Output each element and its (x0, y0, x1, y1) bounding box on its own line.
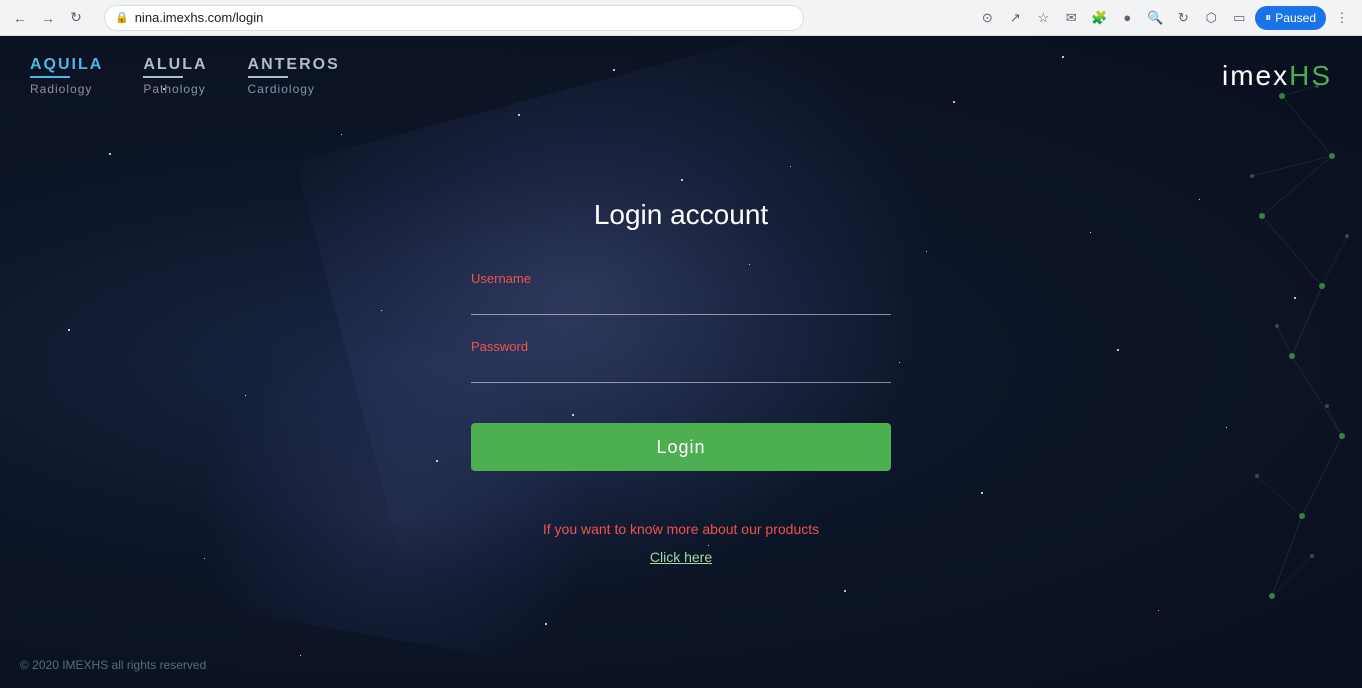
back-button[interactable]: ← (8, 6, 32, 30)
sync-icon[interactable]: ↻ (1171, 6, 1195, 30)
paused-button[interactable]: ⏸ Paused (1255, 6, 1326, 30)
anteros-line (248, 76, 288, 78)
password-label: Password (471, 339, 528, 354)
browser-actions: ⊙ ↗ ☆ ✉ 🧩 ● 🔍 ↻ ⬡ ▭ ⏸ Paused ⋮ (975, 6, 1354, 30)
nav-product-alula[interactable]: ALULA Pathology (143, 56, 207, 96)
account-icon[interactable]: ● (1115, 6, 1139, 30)
search-icon[interactable]: 🔍 (1143, 6, 1167, 30)
password-input[interactable] (471, 339, 891, 383)
header: AQUILA Radiology ALULA Pathology ANTEROS… (0, 36, 1362, 116)
info-text: If you want to know more about our produ… (471, 521, 891, 537)
extension-icon[interactable]: 🧩 (1087, 6, 1111, 30)
username-group: Username (471, 271, 891, 315)
anteros-sub: Cardiology (248, 82, 340, 96)
alula-line (143, 76, 183, 78)
reload-button[interactable]: ↻ (64, 6, 88, 30)
nav-products: AQUILA Radiology ALULA Pathology ANTEROS… (30, 56, 340, 96)
puzzle-icon[interactable]: ⬡ (1199, 6, 1223, 30)
nav-product-aquila[interactable]: AQUILA Radiology (30, 56, 103, 96)
nav-product-anteros[interactable]: ANTEROS Cardiology (248, 56, 340, 96)
menu-icon[interactable]: ⋮ (1330, 6, 1354, 30)
email-icon[interactable]: ✉ (1059, 6, 1083, 30)
login-area: Login account Username Password Login If… (471, 199, 891, 565)
browser-chrome: ← → ↻ 🔒 nina.imexhs.com/login ⊙ ↗ ☆ ✉ 🧩 … (0, 0, 1362, 36)
login-button[interactable]: Login (471, 423, 891, 471)
login-title: Login account (471, 199, 891, 231)
browser-nav-buttons: ← → ↻ (8, 6, 88, 30)
alula-name: ALULA (143, 56, 207, 74)
username-label: Username (471, 271, 531, 286)
copyright-text: © 2020 IMEXHS all rights reserved (20, 658, 206, 672)
share-icon[interactable]: ↗ (1003, 6, 1027, 30)
address-bar[interactable]: 🔒 nina.imexhs.com/login (104, 5, 804, 31)
click-here-link[interactable]: Click here (471, 549, 891, 565)
url-text: nina.imexhs.com/login (135, 10, 264, 25)
imexhs-logo: imexHS (1222, 60, 1332, 92)
alula-sub: Pathology (143, 82, 207, 96)
aquila-name: AQUILA (30, 56, 103, 74)
password-group: Password (471, 339, 891, 383)
paused-label: Paused (1275, 11, 1316, 25)
username-input[interactable] (471, 271, 891, 315)
anteros-name: ANTEROS (248, 56, 340, 74)
logo-suffix: HS (1289, 60, 1332, 91)
sidebar-icon[interactable]: ▭ (1227, 6, 1251, 30)
footer: © 2020 IMEXHS all rights reserved (20, 658, 206, 672)
aquila-line (30, 76, 70, 78)
aquila-sub: Radiology (30, 82, 103, 96)
page-content: AQUILA Radiology ALULA Pathology ANTEROS… (0, 36, 1362, 688)
paused-icon: ⏸ (1265, 10, 1271, 25)
screenshot-icon[interactable]: ⊙ (975, 6, 999, 30)
lock-icon: 🔒 (115, 11, 129, 24)
forward-button[interactable]: → (36, 6, 60, 30)
logo-prefix: imex (1222, 60, 1289, 91)
bookmark-icon[interactable]: ☆ (1031, 6, 1055, 30)
